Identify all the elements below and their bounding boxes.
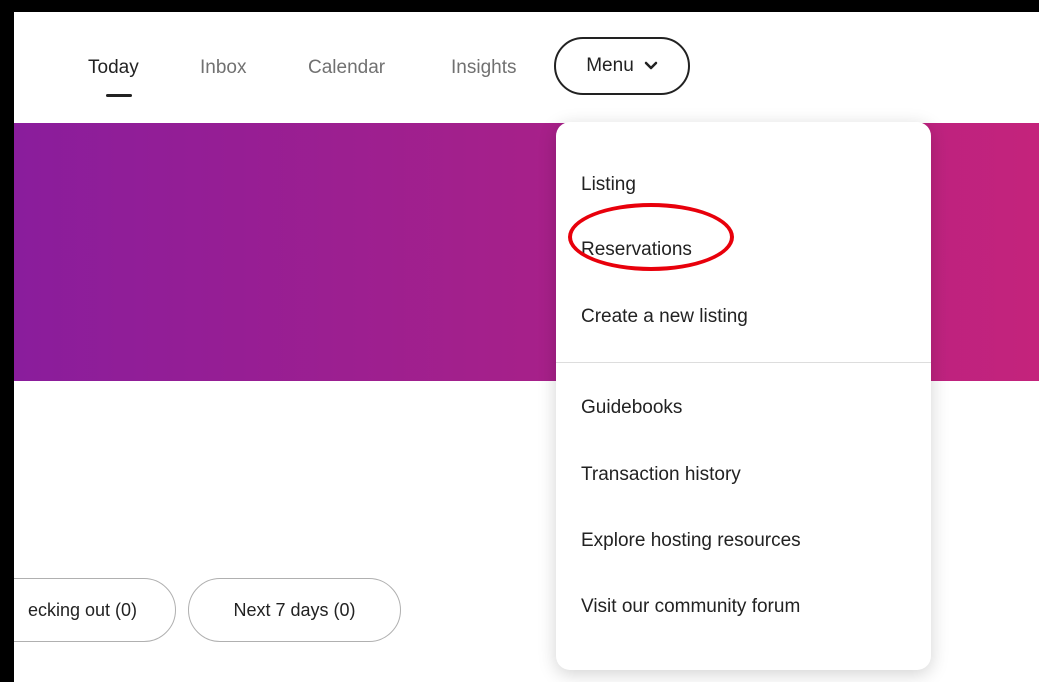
- filter-chip-next-7-days[interactable]: Next 7 days (0): [188, 578, 401, 642]
- menu-item-community-forum[interactable]: Visit our community forum: [581, 596, 800, 618]
- tab-today[interactable]: Today: [88, 57, 139, 79]
- menu-dropdown: Listing Reservations Create a new listin…: [556, 122, 931, 670]
- menu-item-hosting-resources[interactable]: Explore hosting resources: [581, 530, 801, 552]
- filter-chip-label: ecking out (0): [27, 599, 137, 620]
- menu-item-guidebooks[interactable]: Guidebooks: [581, 397, 682, 419]
- menu-item-listing[interactable]: Listing: [581, 174, 636, 196]
- filter-chip-checking-out[interactable]: ecking out (0): [14, 578, 176, 642]
- filter-chip-label: Next 7 days (0): [233, 599, 356, 620]
- chevron-down-icon: [644, 61, 658, 71]
- menu-divider: [556, 362, 931, 363]
- menu-button[interactable]: Menu: [554, 37, 690, 95]
- app-frame: Today Inbox Calendar Insights Menu eckin…: [14, 12, 1039, 682]
- active-tab-indicator: [106, 94, 132, 97]
- tab-inbox[interactable]: Inbox: [200, 57, 246, 79]
- menu-item-reservations[interactable]: Reservations: [581, 239, 692, 261]
- top-nav: Today Inbox Calendar Insights Menu: [14, 12, 1039, 122]
- tab-insights[interactable]: Insights: [451, 57, 516, 79]
- menu-item-transaction-history[interactable]: Transaction history: [581, 464, 741, 486]
- tab-calendar[interactable]: Calendar: [308, 57, 385, 79]
- menu-item-create-listing[interactable]: Create a new listing: [581, 306, 748, 328]
- menu-button-label: Menu: [586, 55, 634, 76]
